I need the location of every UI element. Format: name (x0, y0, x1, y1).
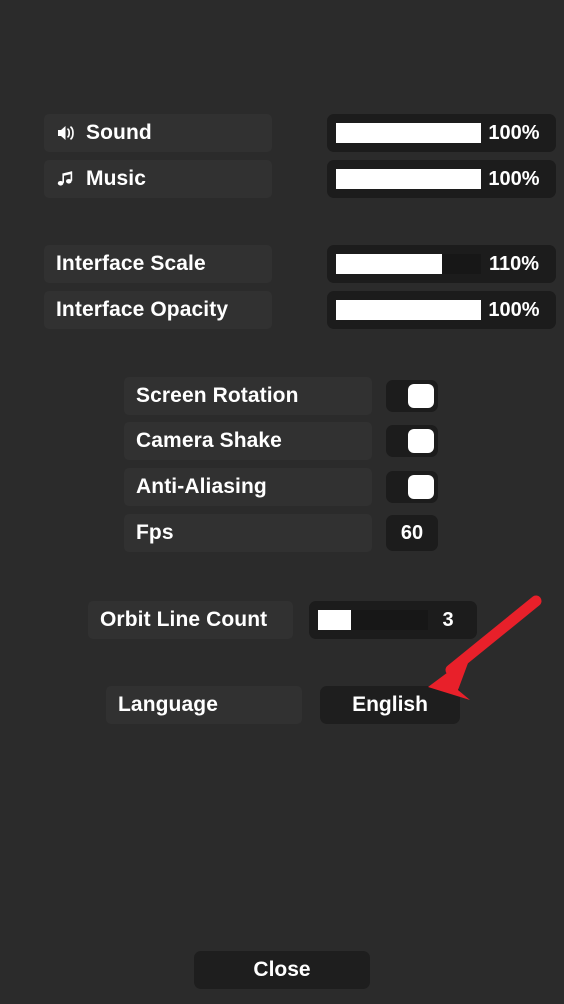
setting-row-screen-rotation: Screen Rotation (124, 377, 438, 415)
toggle-knob (408, 384, 434, 408)
orbit-line-count-slider-track[interactable] (318, 610, 428, 630)
music-slider-track[interactable] (336, 169, 481, 189)
interface-opacity-label: Interface Opacity (56, 298, 229, 321)
anti-aliasing-label-panel: Anti-Aliasing (124, 468, 372, 506)
fps-value-button[interactable]: 60 (386, 515, 438, 551)
setting-row-anti-aliasing: Anti-Aliasing (124, 468, 438, 506)
sound-slider-track[interactable] (336, 123, 481, 143)
anti-aliasing-toggle[interactable] (386, 471, 438, 503)
music-value: 100% (488, 167, 540, 190)
sound-slider-fill (336, 123, 481, 143)
interface-opacity-label-panel: Interface Opacity (44, 291, 272, 329)
orbit-line-count-label-panel: Orbit Line Count (88, 601, 293, 639)
music-slider[interactable]: 100% (327, 160, 556, 198)
setting-row-interface-scale: Interface Scale 110% (44, 245, 556, 283)
toggle-knob (408, 475, 434, 499)
music-label: Music (86, 167, 147, 190)
sound-label-panel: Sound (44, 114, 272, 152)
setting-row-language: Language English (106, 686, 460, 724)
camera-shake-toggle[interactable] (386, 425, 438, 457)
music-slider-fill (336, 169, 481, 189)
sound-label: Sound (86, 121, 152, 144)
setting-row-orbit-line-count: Orbit Line Count 3 (88, 601, 477, 639)
setting-row-music: Music 100% (44, 160, 556, 198)
orbit-line-count-value: 3 (442, 608, 454, 631)
anti-aliasing-label: Anti-Aliasing (136, 475, 267, 498)
language-value-button[interactable]: English (320, 686, 460, 724)
interface-scale-slider-track[interactable] (336, 254, 481, 274)
toggle-knob (408, 429, 434, 453)
interface-opacity-slider[interactable]: 100% (327, 291, 556, 329)
interface-scale-slider[interactable]: 110% (327, 245, 556, 283)
interface-scale-label-panel: Interface Scale (44, 245, 272, 283)
language-label: Language (118, 693, 218, 716)
setting-row-interface-opacity: Interface Opacity 100% (44, 291, 556, 329)
sound-value: 100% (488, 121, 540, 144)
sound-slider[interactable]: 100% (327, 114, 556, 152)
fps-label-panel: Fps (124, 514, 372, 552)
screen-rotation-label: Screen Rotation (136, 384, 299, 407)
fps-label: Fps (136, 521, 174, 544)
orbit-line-count-label: Orbit Line Count (100, 608, 268, 631)
camera-shake-label: Camera Shake (136, 429, 282, 452)
camera-shake-label-panel: Camera Shake (124, 422, 372, 460)
music-label-panel: Music (44, 160, 272, 198)
interface-scale-value: 110% (488, 252, 540, 275)
setting-row-fps: Fps 60 (124, 514, 438, 552)
setting-row-camera-shake: Camera Shake (124, 422, 438, 460)
speaker-volume-icon (56, 123, 76, 143)
interface-scale-label: Interface Scale (56, 252, 206, 275)
settings-panel: Sound 100% Music 100% Interface Scale 11… (0, 0, 564, 1004)
interface-opacity-slider-fill (336, 300, 481, 320)
language-label-panel: Language (106, 686, 302, 724)
interface-opacity-value: 100% (488, 298, 540, 321)
interface-scale-slider-fill (336, 254, 442, 274)
orbit-line-count-slider[interactable]: 3 (309, 601, 477, 639)
screen-rotation-label-panel: Screen Rotation (124, 377, 372, 415)
setting-row-sound: Sound 100% (44, 114, 556, 152)
close-button[interactable]: Close (194, 951, 370, 989)
interface-opacity-slider-track[interactable] (336, 300, 481, 320)
music-note-icon (56, 169, 76, 189)
screen-rotation-toggle[interactable] (386, 380, 438, 412)
orbit-line-count-slider-fill (318, 610, 351, 630)
